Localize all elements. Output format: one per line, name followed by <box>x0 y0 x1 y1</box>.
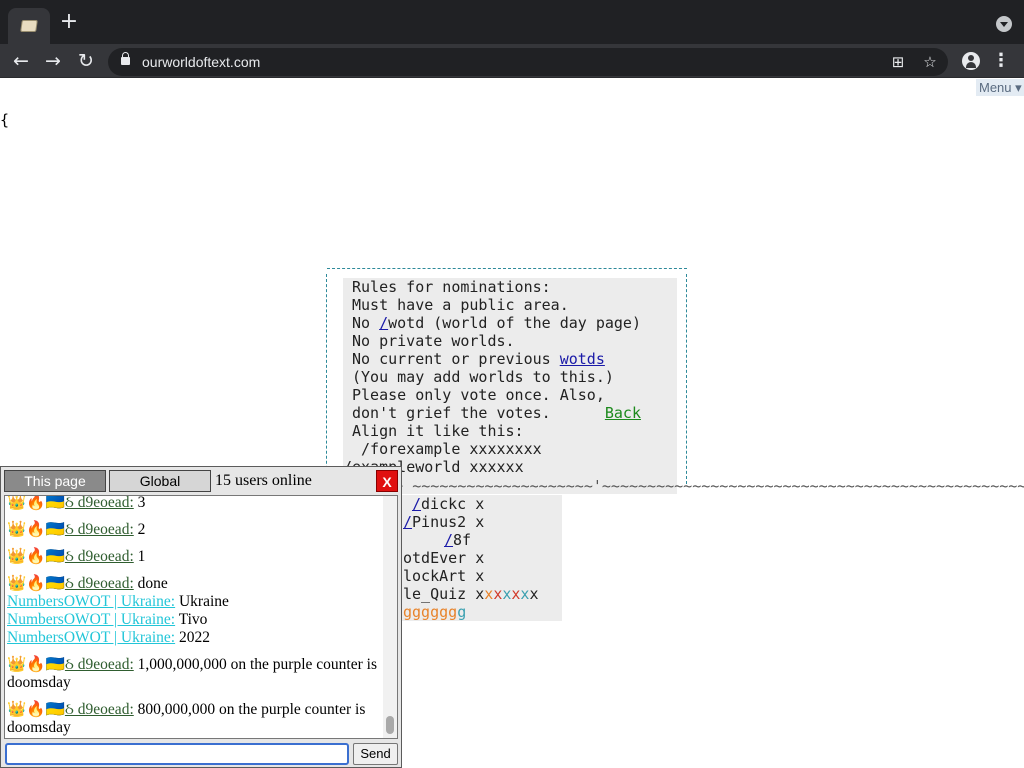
chat-nick[interactable]: NumbersOWOT | Ukraine: <box>7 611 175 628</box>
chat-scrollbar[interactable] <box>383 496 397 738</box>
reload-button[interactable]: ↻ <box>74 49 98 73</box>
lock-icon <box>121 52 130 65</box>
bookmark-star-icon[interactable]: ☆ <box>922 54 938 70</box>
rules-box-left-border <box>326 274 327 484</box>
tab-this-page[interactable]: This page <box>4 470 106 492</box>
rule-no-grief: don't grief the votes. Back <box>352 404 641 422</box>
nomination-row: lockArt x <box>403 567 485 585</box>
rule-no-wotd: No /wotd (world of the day page) <box>352 314 641 332</box>
rules-box-right-border <box>686 274 687 484</box>
browser-tab[interactable] <box>8 8 50 44</box>
rule-align: Align it like this: <box>352 422 524 440</box>
address-bar[interactable]: ourworldoftext.com ⊞ ☆ <box>108 48 948 76</box>
browser-toolbar: ← → ↻ ourworldoftext.com ⊞ ☆ ⋮ <box>0 44 1024 78</box>
chat-nick[interactable]: ઠ d9eoead: <box>65 701 134 718</box>
nick-emoji: 👑🔥🇺🇦 <box>7 575 65 592</box>
chat-message: NumbersOWOT | Ukraine: Tivo <box>7 611 208 628</box>
nick-emoji: 👑🔥🇺🇦 <box>7 548 65 565</box>
nomination-row: le_Quiz xxxxxxx <box>403 585 539 603</box>
tab-search-icon[interactable] <box>996 16 1012 32</box>
chat-message: NumbersOWOT | Ukraine: Ukraine <box>7 593 229 610</box>
back-button[interactable]: ← <box>9 49 33 73</box>
nomination-row: /Pinus2 x <box>403 513 485 531</box>
nomination-row: otdEver x <box>403 549 485 567</box>
rule-may-add: (You may add worlds to this.) <box>352 368 614 386</box>
chat-nick[interactable]: ઠ d9eoead: <box>65 548 134 565</box>
rule-vote-once: Please only vote once. Also, <box>352 386 605 404</box>
rule-no-private: No private worlds. <box>352 332 515 350</box>
chat-nick[interactable]: ઠ d9eoead: <box>65 521 134 538</box>
chat-message: 👑🔥🇺🇦ઠ d9eoead: 2 <box>7 521 146 538</box>
forward-button[interactable]: → <box>41 49 65 73</box>
nomination-link[interactable]: / <box>403 513 412 531</box>
address-bar-url: ourworldoftext.com <box>142 54 261 70</box>
tilde-divider: ~~~~~~~ ~~~~~~~~~~~~~~~~~~~~'~~~~~~~~~~~… <box>340 477 1024 495</box>
rules-title: Rules for nominations: <box>352 278 551 296</box>
chat-panel: This page Global 15 users online X 👑🔥🇺🇦ઠ… <box>0 466 402 768</box>
rule-no-previous: No current or previous wotds <box>352 350 605 368</box>
new-tab-button[interactable]: + <box>58 11 80 34</box>
qr-code-icon[interactable]: ⊞ <box>890 54 906 70</box>
nomination-row: /dickc x <box>412 495 485 513</box>
chat-message: 👑🔥🇺🇦ઠ d9eoead: 800,000,000 on the purple… <box>7 701 366 736</box>
chat-message: 👑🔥🇺🇦ઠ d9eoead: 3 <box>7 495 146 511</box>
site-favicon-icon <box>20 20 38 32</box>
nick-emoji: 👑🔥🇺🇦 <box>7 521 65 538</box>
chat-nick[interactable]: NumbersOWOT | Ukraine: <box>7 629 175 646</box>
chat-nick[interactable]: NumbersOWOT | Ukraine: <box>7 593 175 610</box>
chat-message: NumbersOWOT | Ukraine: 2022 <box>7 629 210 646</box>
rule-example-1: /forexample xxxxxxxx <box>352 440 542 458</box>
nick-emoji: 👑🔥🇺🇦 <box>7 701 65 718</box>
back-link[interactable]: Back <box>605 404 641 422</box>
tab-global[interactable]: Global <box>109 470 211 492</box>
rules-box-top-border <box>327 268 687 269</box>
chat-nick[interactable]: ઠ d9eoead: <box>65 656 134 673</box>
menu-button[interactable]: Menu ▾ <box>976 79 1024 96</box>
rule-public-area: Must have a public area. <box>352 296 569 314</box>
chat-message: 👑🔥🇺🇦ઠ d9eoead: 1,000,000,000 on the purp… <box>7 656 377 691</box>
chat-message: 👑🔥🇺🇦ઠ d9eoead: 1 <box>7 548 146 565</box>
chat-nick[interactable]: ઠ d9eoead: <box>65 575 134 592</box>
chat-input[interactable] <box>5 743 349 765</box>
nick-emoji: 👑🔥🇺🇦 <box>7 656 65 673</box>
chat-message: 👑🔥🇺🇦ઠ d9eoead: done <box>7 575 168 592</box>
chat-close-button[interactable]: X <box>376 470 398 492</box>
chat-scrollbar-thumb[interactable] <box>386 716 394 734</box>
users-online-count: 15 users online <box>215 472 312 489</box>
profile-avatar-icon[interactable] <box>962 52 980 70</box>
nomination-link[interactable]: / <box>444 531 453 549</box>
chat-log[interactable]: 👑🔥🇺🇦ઠ d9eoead: 3 👑🔥🇺🇦ઠ d9eoead: 2 👑🔥🇺🇦ઠ … <box>4 495 398 739</box>
send-button[interactable]: Send <box>353 743 398 765</box>
nick-emoji: 👑🔥🇺🇦 <box>7 495 65 511</box>
chat-nick[interactable]: ઠ d9eoead: <box>65 496 134 511</box>
nomination-row: ggggggg <box>403 603 467 621</box>
browser-tabstrip: + <box>0 0 1024 44</box>
browser-menu-icon[interactable]: ⋮ <box>992 51 1010 71</box>
wotds-link[interactable]: wotds <box>560 350 605 368</box>
canvas-text-brace: { <box>0 111 10 129</box>
nomination-row: /8f <box>444 531 472 549</box>
chat-messages: 👑🔥🇺🇦ઠ d9eoead: 3 👑🔥🇺🇦ઠ d9eoead: 2 👑🔥🇺🇦ઠ … <box>7 495 383 738</box>
wotd-link[interactable]: / <box>379 314 388 332</box>
nomination-link[interactable]: / <box>412 495 421 513</box>
